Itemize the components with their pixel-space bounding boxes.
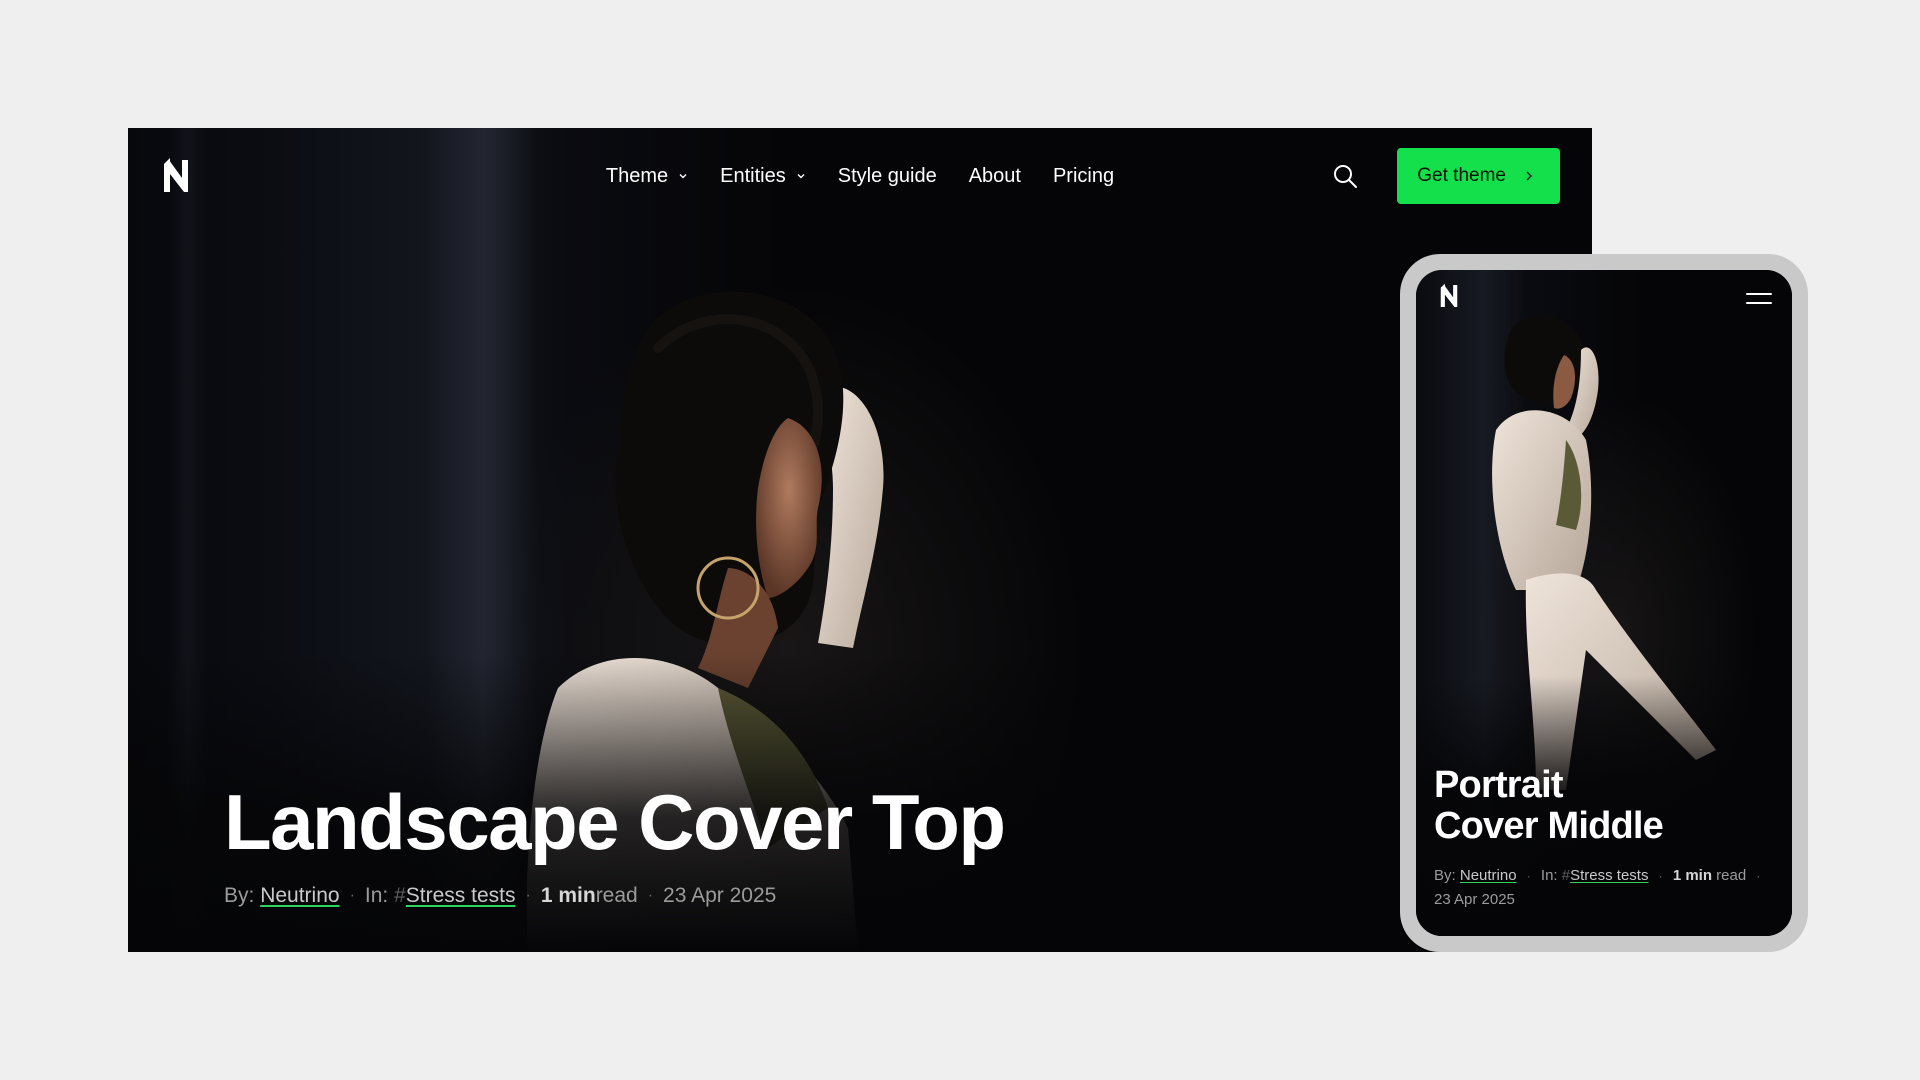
- header-actions: Get theme: [1331, 148, 1560, 204]
- nav-item-about[interactable]: About: [969, 165, 1021, 188]
- post-date: 23 Apr 2025: [1434, 891, 1515, 908]
- post-date: 23 Apr 2025: [663, 884, 777, 907]
- separator-dot: ·: [1756, 869, 1761, 883]
- post-meta: By: Neutrino · In: # Stress tests · 1 min…: [224, 884, 1005, 908]
- author-link[interactable]: Neutrino: [260, 884, 339, 908]
- site-header: Theme Entities Style guide About Pricing: [128, 128, 1592, 224]
- nav-item-label: About: [968, 164, 1021, 187]
- nav-item-style-guide[interactable]: Style guide: [838, 165, 937, 188]
- tag-hash: #: [394, 884, 406, 907]
- in-label: In:: [1540, 867, 1558, 884]
- read-time-suffix: read: [595, 884, 638, 907]
- tag-link[interactable]: Stress tests: [406, 884, 516, 908]
- desktop-preview: Theme Entities Style guide About Pricing: [128, 128, 1592, 952]
- mobile-post-meta: By: Neutrino · In: #Stress tests · 1 min…: [1434, 864, 1774, 912]
- neutrino-logo-icon[interactable]: [1438, 282, 1460, 315]
- chevron-right-icon: [1526, 171, 1532, 181]
- nav-item-label: Entities: [720, 164, 786, 187]
- mobile-title-line: Portrait: [1434, 764, 1564, 807]
- nav-item-pricing[interactable]: Pricing: [1053, 165, 1114, 188]
- tag-link[interactable]: Stress tests: [1570, 867, 1648, 884]
- nav-item-label: Pricing: [1052, 164, 1115, 187]
- neutrino-logo-icon[interactable]: [160, 156, 192, 196]
- by-label: By:: [224, 884, 255, 907]
- nav-item-entities[interactable]: Entities: [720, 165, 806, 188]
- hero-content: Landscape Cover Top By: Neutrino · In: #…: [224, 778, 1006, 908]
- by-label: By:: [1434, 867, 1456, 884]
- read-time-suffix: read: [1712, 867, 1747, 884]
- get-theme-label: Get theme: [1417, 165, 1506, 186]
- nav-item-label: Style guide: [837, 164, 937, 187]
- mobile-hero-content: Portrait Cover Middle By: Neutrino · In:…: [1434, 765, 1774, 912]
- get-theme-button[interactable]: Get theme: [1397, 148, 1560, 204]
- chevron-down-icon: [797, 174, 805, 179]
- page-title: Landscape Cover Top: [224, 778, 1006, 867]
- tag-hash: #: [1561, 867, 1571, 884]
- hamburger-menu-icon[interactable]: [1746, 289, 1772, 307]
- mobile-title-line: Cover Middle: [1434, 804, 1664, 847]
- nav-item-label: Theme: [605, 164, 669, 187]
- mobile-page-title: Portrait Cover Middle: [1434, 765, 1774, 846]
- separator-dot: ·: [525, 887, 531, 904]
- separator-dot: ·: [1526, 869, 1531, 883]
- search-icon[interactable]: [1331, 162, 1359, 190]
- separator-dot: ·: [349, 887, 355, 904]
- mobile-preview: Portrait Cover Middle By: Neutrino · In:…: [1400, 254, 1808, 952]
- mobile-screen: Portrait Cover Middle By: Neutrino · In:…: [1416, 270, 1792, 936]
- in-label: In:: [364, 884, 389, 907]
- read-time-value: 1 min: [1672, 867, 1712, 884]
- author-link[interactable]: Neutrino: [1460, 867, 1517, 884]
- separator-dot: ·: [647, 887, 654, 904]
- nav-item-theme[interactable]: Theme: [606, 165, 688, 188]
- mobile-header: [1416, 270, 1792, 326]
- read-time-value: 1 min: [540, 884, 596, 907]
- chevron-down-icon: [679, 174, 687, 179]
- separator-dot: ·: [1658, 869, 1663, 883]
